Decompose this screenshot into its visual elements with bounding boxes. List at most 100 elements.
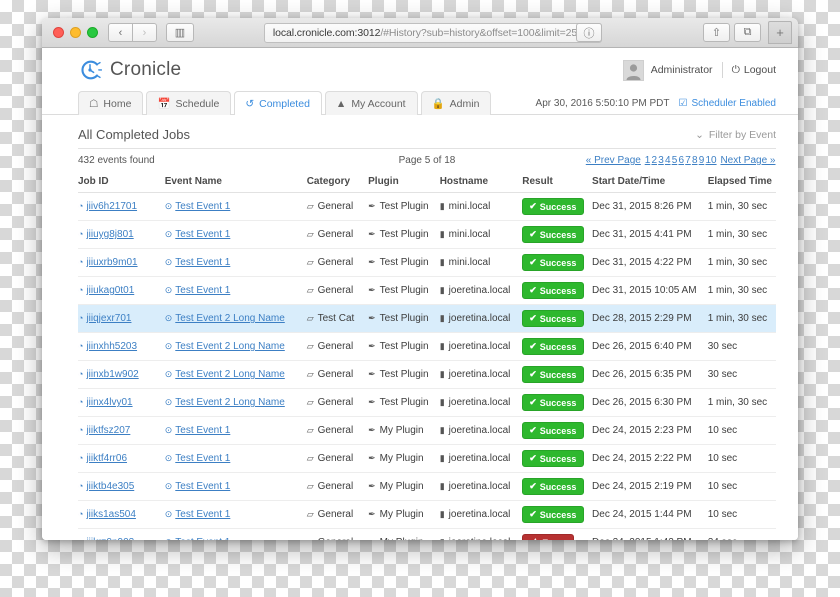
- job-id-link[interactable]: jiikrz0p903: [86, 537, 134, 540]
- plug-icon: ✒: [368, 229, 376, 239]
- job-id-link[interactable]: jiiktf4rr06: [86, 453, 127, 464]
- folder-icon: ▱: [306, 229, 314, 239]
- job-id-link[interactable]: jiiuxrb9m01: [86, 257, 137, 268]
- forward-icon[interactable]: ›: [132, 23, 157, 42]
- page-link-4[interactable]: 4: [665, 155, 671, 166]
- event-name-link[interactable]: Test Event 1: [175, 481, 230, 492]
- event-name-link[interactable]: Test Event 2 Long Name: [175, 313, 285, 324]
- tab-admin[interactable]: 🔒 Admin: [420, 91, 492, 115]
- info-icon[interactable]: ⓘ: [576, 23, 602, 42]
- job-id-link[interactable]: jiinxb1w902: [86, 369, 138, 380]
- status-badge: ✔ Success: [522, 282, 585, 299]
- job-id-link[interactable]: jiinxhh5203: [86, 341, 137, 352]
- tab-schedule[interactable]: 📅 Schedule: [146, 91, 232, 115]
- page-link-1[interactable]: 1: [645, 155, 651, 166]
- page-link-3[interactable]: 3: [658, 155, 664, 166]
- filter-by-event-dropdown[interactable]: ⌄ Filter by Event: [695, 129, 776, 141]
- event-name-link[interactable]: Test Event 1: [175, 537, 230, 540]
- job-id-link[interactable]: jiiukag0t01: [86, 285, 134, 296]
- account-name[interactable]: Administrator: [651, 64, 713, 76]
- clock-icon: ⊙: [164, 285, 173, 295]
- job-id-link[interactable]: jiiktfsz207: [86, 425, 130, 436]
- column-header-start-date[interactable]: Start Date/Time: [592, 172, 708, 193]
- column-header-result[interactable]: Result: [522, 172, 593, 193]
- minimize-window-button[interactable]: [70, 27, 81, 38]
- event-name-link[interactable]: Test Event 2 Long Name: [175, 397, 285, 408]
- page-link-8[interactable]: 8: [692, 155, 698, 166]
- event-name-link[interactable]: Test Event 2 Long Name: [175, 369, 285, 380]
- table-row[interactable]: ◔ jiinx4lvy01 ⊙ Test Event 2 Long Name ▱ Gene…: [78, 388, 776, 417]
- start-datetime-cell: Dec 31, 2015 10:05 AM: [592, 276, 708, 305]
- page-link-5[interactable]: 5: [672, 155, 678, 166]
- new-tab-button[interactable]: +: [768, 21, 792, 44]
- page-link-2[interactable]: 2: [651, 155, 657, 166]
- tab-completed[interactable]: ↺ Completed: [234, 91, 322, 116]
- column-header-elapsed[interactable]: Elapsed Time: [707, 172, 776, 193]
- job-id-link[interactable]: jiiks1as504: [86, 509, 135, 520]
- event-name-link[interactable]: Test Event 1: [175, 201, 230, 212]
- plug-icon: ✒: [368, 397, 376, 407]
- sidebar-icon[interactable]: ▥: [166, 23, 194, 42]
- table-row[interactable]: ◔ jiinxhh5203 ⊙ Test Event 2 Long Name ▱ Gene…: [78, 332, 776, 361]
- server-icon: ▮: [439, 481, 445, 491]
- check-icon: ✔: [529, 313, 537, 323]
- event-name-link[interactable]: Test Event 1: [175, 257, 230, 268]
- calendar-icon: 📅: [157, 98, 171, 110]
- status-badge: ✔ Success: [522, 226, 585, 243]
- event-name-link[interactable]: Test Event 2 Long Name: [175, 341, 285, 352]
- event-name-link[interactable]: Test Event 1: [175, 285, 230, 296]
- plug-icon: ✒: [368, 285, 376, 295]
- job-id-cell: ◔ jiiktfsz207: [78, 416, 165, 445]
- column-header-plugin[interactable]: Plugin: [368, 172, 440, 193]
- column-header-hostname[interactable]: Hostname: [439, 172, 523, 193]
- maximize-window-button[interactable]: [87, 27, 98, 38]
- table-row[interactable]: ◔jiikrz0p903⊙Test Event 1▱General✒My Plu…: [78, 528, 776, 540]
- chevron-down-icon: ⌄: [695, 128, 704, 141]
- brand[interactable]: Cronicle: [78, 58, 181, 82]
- tab-my-account[interactable]: ▲ My Account: [324, 91, 418, 115]
- column-header-category[interactable]: Category: [306, 172, 369, 193]
- page-link-6[interactable]: 6: [678, 155, 684, 166]
- table-row[interactable]: ◔ jiiukag0t01 ⊙ Test Event 1 ▱ General ✒ Test P…: [78, 276, 776, 305]
- tab-home[interactable]: ☖ Home: [78, 91, 144, 115]
- check-icon: ✔: [529, 425, 537, 435]
- job-id-link[interactable]: jiiv6h21701: [86, 201, 137, 212]
- job-id-link[interactable]: jiiqjexr701: [86, 313, 131, 324]
- address-bar[interactable]: local.cronicle.com:3012/#History?sub=his…: [263, 22, 603, 43]
- table-row[interactable]: ◔ jiiuxrb9m01 ⊙ Test Event 1 ▱ General ✒ Test P…: [78, 248, 776, 277]
- event-name-link[interactable]: Test Event 1: [175, 229, 230, 240]
- share-icon[interactable]: ⇧: [703, 23, 730, 42]
- result-cell: ✔ Success: [522, 472, 593, 501]
- table-row[interactable]: ◔ jiiktfsz207 ⊙ Test Event 1 ▱ General ✒ My Plu…: [78, 416, 776, 445]
- table-row[interactable]: ◔ jiiktb4e305 ⊙ Test Event 1 ▱ General ✒ My Plu…: [78, 472, 776, 501]
- job-id-link[interactable]: jiiktb4e305: [86, 481, 134, 492]
- page-link-9[interactable]: 9: [699, 155, 705, 166]
- prev-page-link[interactable]: « Prev Page: [586, 155, 641, 166]
- back-icon[interactable]: ‹: [108, 23, 133, 42]
- result-cell: ✔ Success: [522, 416, 593, 445]
- logout-button[interactable]: ⏻ Logout: [732, 64, 776, 77]
- scheduler-status[interactable]: ☑ Scheduler Enabled: [679, 98, 776, 109]
- tabs-icon[interactable]: ⧉: [734, 23, 761, 42]
- page-link-7[interactable]: 7: [685, 155, 691, 166]
- table-row[interactable]: ◔ jiinxb1w902 ⊙ Test Event 2 Long Name ▱ Gene…: [78, 360, 776, 389]
- close-window-button[interactable]: [53, 27, 64, 38]
- column-header-job-id[interactable]: Job ID: [78, 172, 165, 193]
- job-icon: ◔: [78, 481, 84, 491]
- avatar[interactable]: [622, 59, 644, 81]
- table-row[interactable]: ◔ jiiv6h21701 ⊙ Test Event 1 ▱ General ✒ Test P…: [78, 192, 776, 221]
- job-id-link[interactable]: jiinx4lvy01: [86, 397, 132, 408]
- start-datetime-cell: Dec 24, 2015 2:23 PM: [592, 416, 708, 445]
- table-row[interactable]: ◔ jiiks1as504 ⊙ Test Event 1 ▱ General ✒ My Plu…: [78, 500, 776, 529]
- event-name-cell: ⊙Test Event 1: [164, 220, 307, 249]
- next-page-link[interactable]: Next Page »: [720, 155, 775, 166]
- event-name-link[interactable]: Test Event 1: [175, 425, 230, 436]
- event-name-link[interactable]: Test Event 1: [175, 509, 230, 520]
- table-row[interactable]: ◔ jiiuyg8j801 ⊙ Test Event 1 ▱ General ✒ Test P…: [78, 220, 776, 249]
- job-id-link[interactable]: jiiuyg8j801: [86, 229, 133, 240]
- column-header-event-name[interactable]: Event Name: [164, 172, 307, 193]
- page-link-10[interactable]: 10: [705, 155, 716, 166]
- event-name-link[interactable]: Test Event 1: [175, 453, 230, 464]
- table-row[interactable]: ◔ jiiqjexr701 ⊙ Test Event 2 Long Name ▱ Test…: [78, 304, 776, 333]
- table-row[interactable]: ◔ jiiktf4rr06 ⊙ Test Event 1 ▱ General ✒ My Plu…: [78, 444, 776, 473]
